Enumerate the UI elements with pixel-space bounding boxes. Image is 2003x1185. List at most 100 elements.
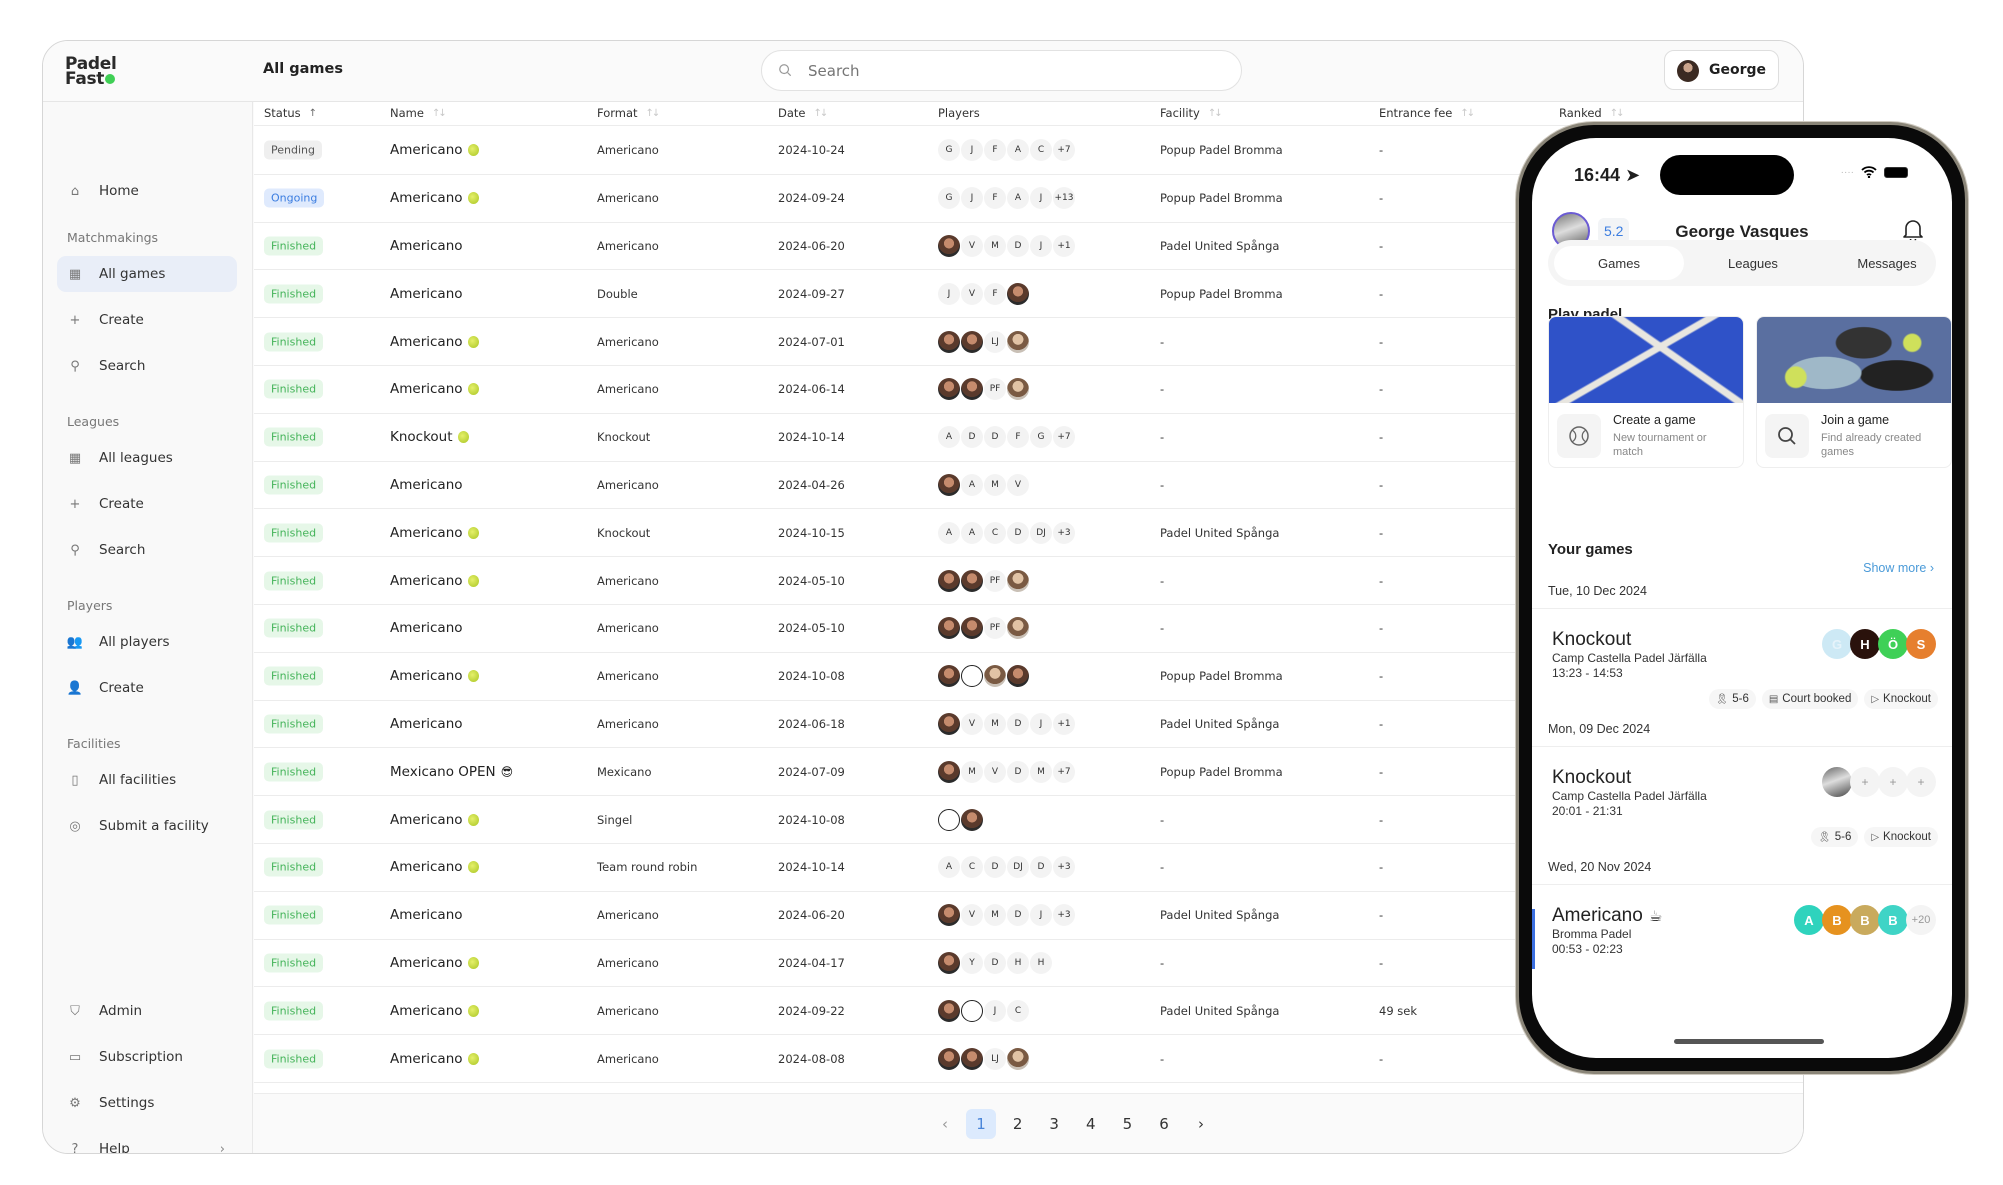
player-avatar[interactable]: S [1906,629,1936,659]
player-avatar[interactable]: A [1794,905,1824,935]
player-avatar[interactable]: J [1030,904,1052,927]
player-avatar-photo[interactable] [938,999,960,1022]
name-cell[interactable]: Americano [390,381,479,397]
player-avatar-photo[interactable] [938,665,960,688]
player-avatar[interactable]: V [1007,473,1029,496]
sidebar-item-settings[interactable]: ⚙ Settings [57,1085,237,1121]
player-avatar[interactable]: J [961,139,983,162]
column-header-players[interactable]: Players [938,106,980,120]
name-cell[interactable]: Knockout [390,429,469,445]
player-avatar-photo[interactable] [938,569,960,592]
join-game-card[interactable]: Join a game Find already created games [1756,316,1952,468]
user-menu-button[interactable]: George [1664,50,1779,90]
player-avatar[interactable]: PF [984,569,1006,592]
name-cell[interactable]: Americano [390,668,479,684]
player-avatar-photo[interactable] [961,617,983,640]
player-avatar[interactable]: G [1822,629,1852,659]
player-avatar-ball-icon[interactable] [961,999,983,1022]
player-avatar-photo[interactable] [961,1047,983,1070]
previous-page-button[interactable]: ‹ [930,1109,960,1139]
more-players-count[interactable]: +3 [1053,521,1075,544]
name-cell[interactable]: Americano [390,286,463,302]
page-5-button[interactable]: 5 [1112,1109,1142,1139]
sidebar-item-matchmakings-search[interactable]: ⚲ Search [57,348,237,384]
player-avatar[interactable]: F [984,282,1006,305]
bell-icon[interactable] [1902,218,1924,242]
create-game-card[interactable]: Create a game New tournament or match [1548,316,1744,468]
name-cell[interactable]: Americano [390,525,479,541]
player-avatar[interactable]: C [1007,999,1029,1022]
phone-tab-leagues[interactable]: Leagues [1688,246,1818,280]
player-avatar[interactable]: A [1007,187,1029,210]
column-header-format[interactable]: Format ↑↓ [597,106,660,120]
player-avatar[interactable]: D [984,856,1006,879]
sidebar-item-subscription[interactable]: ▭ Subscription [57,1039,237,1075]
player-avatar-photo[interactable] [1007,378,1029,401]
player-avatar[interactable]: Y [961,951,983,974]
column-header-name[interactable]: Name ↑↓ [390,106,447,120]
player-avatar[interactable]: M [1030,760,1052,783]
player-avatar-photo[interactable] [938,904,960,927]
player-avatar-ball-icon[interactable] [961,665,983,688]
player-avatar[interactable]: D [1007,521,1029,544]
name-cell[interactable]: Americano [390,477,463,493]
player-avatar[interactable]: D [1030,856,1052,879]
player-avatar[interactable]: +20 [1906,905,1936,935]
game-card[interactable]: Americano ☕ Bromma Padel 00:53 - 02:23 A B B B +… [1532,884,1952,1004]
sidebar-item-matchmakings-all-games[interactable]: ▦ All games [57,256,237,292]
column-header-facility[interactable]: Facility ↑↓ [1160,106,1223,120]
player-avatar-photo[interactable] [938,951,960,974]
player-avatar[interactable]: LJ [984,1047,1006,1070]
sidebar-item-leagues-search[interactable]: ⚲ Search [57,532,237,568]
player-avatar-photo[interactable] [938,1047,960,1070]
player-avatar[interactable]: V [984,760,1006,783]
player-avatar[interactable]: DJ [1007,856,1029,879]
next-page-button[interactable]: › [1186,1109,1216,1139]
player-avatar[interactable]: J [984,999,1006,1022]
more-players-count[interactable]: +7 [1053,760,1075,783]
player-avatar-photo[interactable] [961,378,983,401]
player-avatar[interactable]: F [984,139,1006,162]
player-avatar-photo[interactable] [938,234,960,257]
player-avatar[interactable]: M [961,760,983,783]
player-avatar[interactable]: V [961,282,983,305]
player-avatar-ball-icon[interactable] [938,808,960,831]
player-avatar-photo[interactable] [938,473,960,496]
logo[interactable]: Padel Fast [65,56,117,88]
player-avatar[interactable]: G [938,139,960,162]
sidebar-item-players-create[interactable]: 👤 Create [57,670,237,706]
player-avatar[interactable]: C [984,521,1006,544]
sidebar-item-leagues-all-leagues[interactable]: ▦ All leagues [57,440,237,476]
player-avatar[interactable]: V [961,234,983,257]
column-header-date[interactable]: Date ↑↓ [778,106,828,120]
name-cell[interactable]: Americano [390,238,463,254]
sidebar-item-help[interactable]: ? Help › [57,1131,237,1153]
name-cell[interactable]: Americano [390,859,479,875]
name-cell[interactable]: Americano [390,1003,479,1019]
player-avatar[interactable]: PF [984,378,1006,401]
show-more-link[interactable]: Show more › [1863,561,1934,575]
player-avatar[interactable]: G [1030,426,1052,449]
search-bar[interactable] [761,50,1242,91]
player-avatar[interactable]: DJ [1030,521,1052,544]
player-avatar[interactable]: D [1007,234,1029,257]
player-avatar[interactable]: Ö [1878,629,1908,659]
open-slot[interactable]: + [1878,767,1908,797]
player-avatar[interactable]: B [1850,905,1880,935]
player-avatar[interactable]: J [1030,234,1052,257]
column-header-entrance-fee[interactable]: Entrance fee ↑↓ [1379,106,1475,120]
more-players-count[interactable]: +3 [1053,904,1075,927]
player-avatar[interactable]: H [1007,951,1029,974]
open-slot[interactable]: + [1906,767,1936,797]
page-4-button[interactable]: 4 [1076,1109,1106,1139]
phone-tab-messages[interactable]: Messages [1822,246,1952,280]
player-avatar-photo[interactable] [984,665,1006,688]
more-players-count[interactable]: +3 [1053,856,1075,879]
player-avatar-photo[interactable] [961,330,983,353]
player-avatar-photo[interactable] [1007,569,1029,592]
player-avatar[interactable]: PF [984,617,1006,640]
player-avatar[interactable]: A [1007,139,1029,162]
player-avatar-photo[interactable] [961,808,983,831]
phone-tab-games[interactable]: Games [1554,246,1684,280]
sidebar-item-facilities-all-facilities[interactable]: ▯ All facilities [57,762,237,798]
